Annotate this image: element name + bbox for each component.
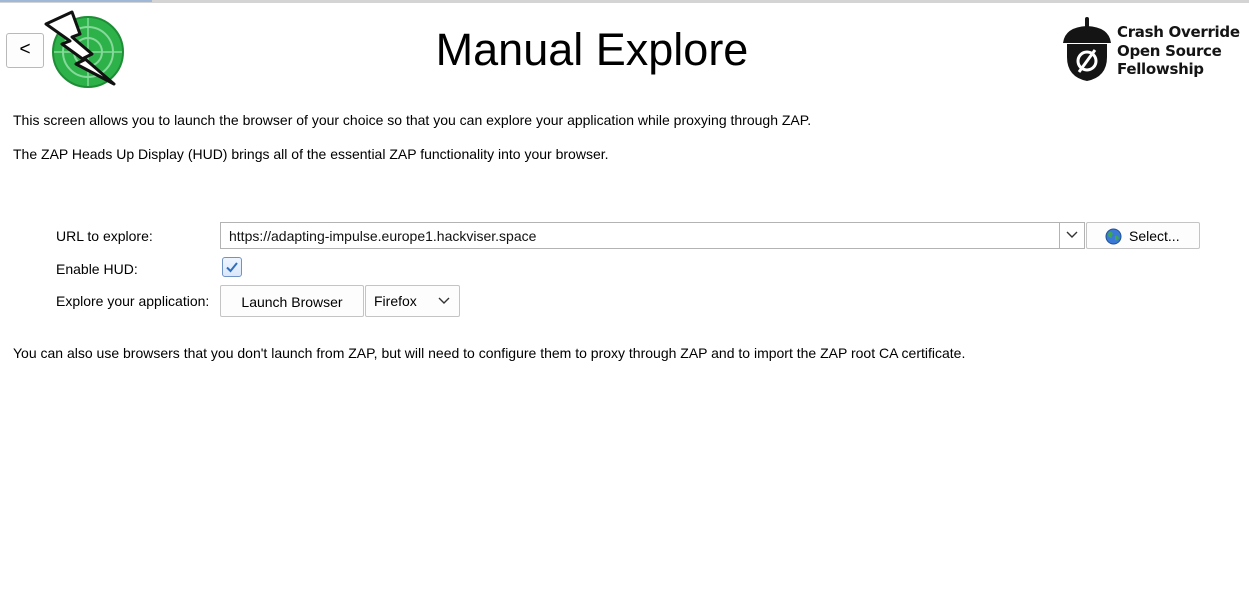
window-top-accent bbox=[0, 0, 152, 2]
url-combo[interactable] bbox=[220, 222, 1085, 249]
select-url-button[interactable]: Select... bbox=[1086, 222, 1200, 249]
window-top-border bbox=[0, 0, 1249, 3]
fellowship-line-2: Open Source bbox=[1117, 41, 1222, 60]
launch-browser-button[interactable]: Launch Browser bbox=[220, 285, 364, 317]
url-input[interactable] bbox=[221, 223, 1059, 248]
chevron-down-icon bbox=[438, 297, 450, 304]
url-dropdown-button[interactable] bbox=[1059, 223, 1084, 248]
fellowship-line-3: Fellowship bbox=[1117, 60, 1204, 78]
hud-label: Enable HUD: bbox=[56, 261, 138, 277]
select-button-label: Select... bbox=[1129, 228, 1180, 244]
browser-select[interactable]: Firefox bbox=[365, 285, 460, 317]
browser-dropdown-button[interactable] bbox=[432, 289, 457, 313]
chevron-down-icon bbox=[1066, 231, 1078, 238]
checkmark-icon bbox=[226, 262, 238, 273]
acorn-logo-icon bbox=[1063, 17, 1111, 81]
page-title: Manual Explore bbox=[435, 24, 749, 75]
intro-text-2: The ZAP Heads Up Display (HUD) brings al… bbox=[13, 146, 609, 162]
explore-label: Explore your application: bbox=[56, 293, 210, 309]
fellowship-line-1: Crash Override bbox=[1117, 23, 1240, 41]
globe-icon bbox=[1105, 228, 1122, 245]
enable-hud-checkbox[interactable] bbox=[222, 257, 242, 277]
intro-text-1: This screen allows you to launch the bro… bbox=[13, 112, 812, 128]
footer-text: You can also use browsers that you don't… bbox=[13, 345, 966, 361]
fellowship-name: Crash Override Open Source Fellowship bbox=[1117, 23, 1240, 79]
url-label: URL to explore: bbox=[56, 228, 153, 244]
browser-select-value: Firefox bbox=[374, 293, 417, 309]
